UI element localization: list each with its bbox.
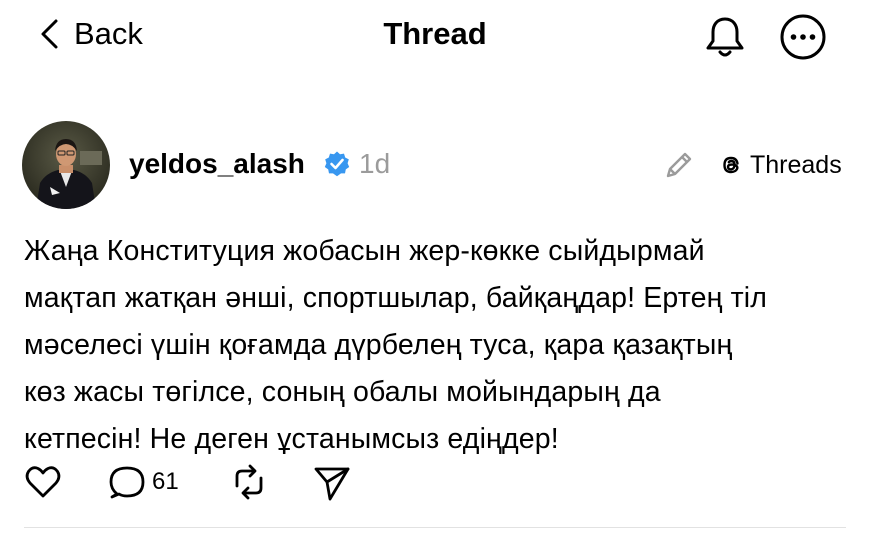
reply-button[interactable]: 61 xyxy=(108,463,179,501)
bell-icon[interactable] xyxy=(701,12,749,60)
more-icon[interactable] xyxy=(778,12,828,62)
send-icon[interactable] xyxy=(312,462,352,502)
threads-logo-icon xyxy=(723,156,739,174)
avatar-image xyxy=(22,121,110,209)
username[interactable]: yeldos_alash xyxy=(129,146,305,182)
comment-icon xyxy=(109,466,145,499)
verified-badge-icon xyxy=(324,151,350,177)
pencil-icon[interactable] xyxy=(662,148,696,182)
top-bar: Back Thread xyxy=(0,0,870,70)
threads-badge[interactable]: Threads xyxy=(718,148,842,182)
avatar[interactable] xyxy=(22,121,110,209)
divider xyxy=(24,527,846,528)
post-text: Жаңа Конституция жобасын жер-көкке сыйды… xyxy=(24,235,768,455)
threads-label: Threads xyxy=(750,150,842,179)
repost-icon[interactable] xyxy=(229,462,269,502)
reply-count: 61 xyxy=(152,468,179,495)
post-timestamp: 1d xyxy=(359,148,391,179)
heart-icon[interactable] xyxy=(23,463,63,501)
